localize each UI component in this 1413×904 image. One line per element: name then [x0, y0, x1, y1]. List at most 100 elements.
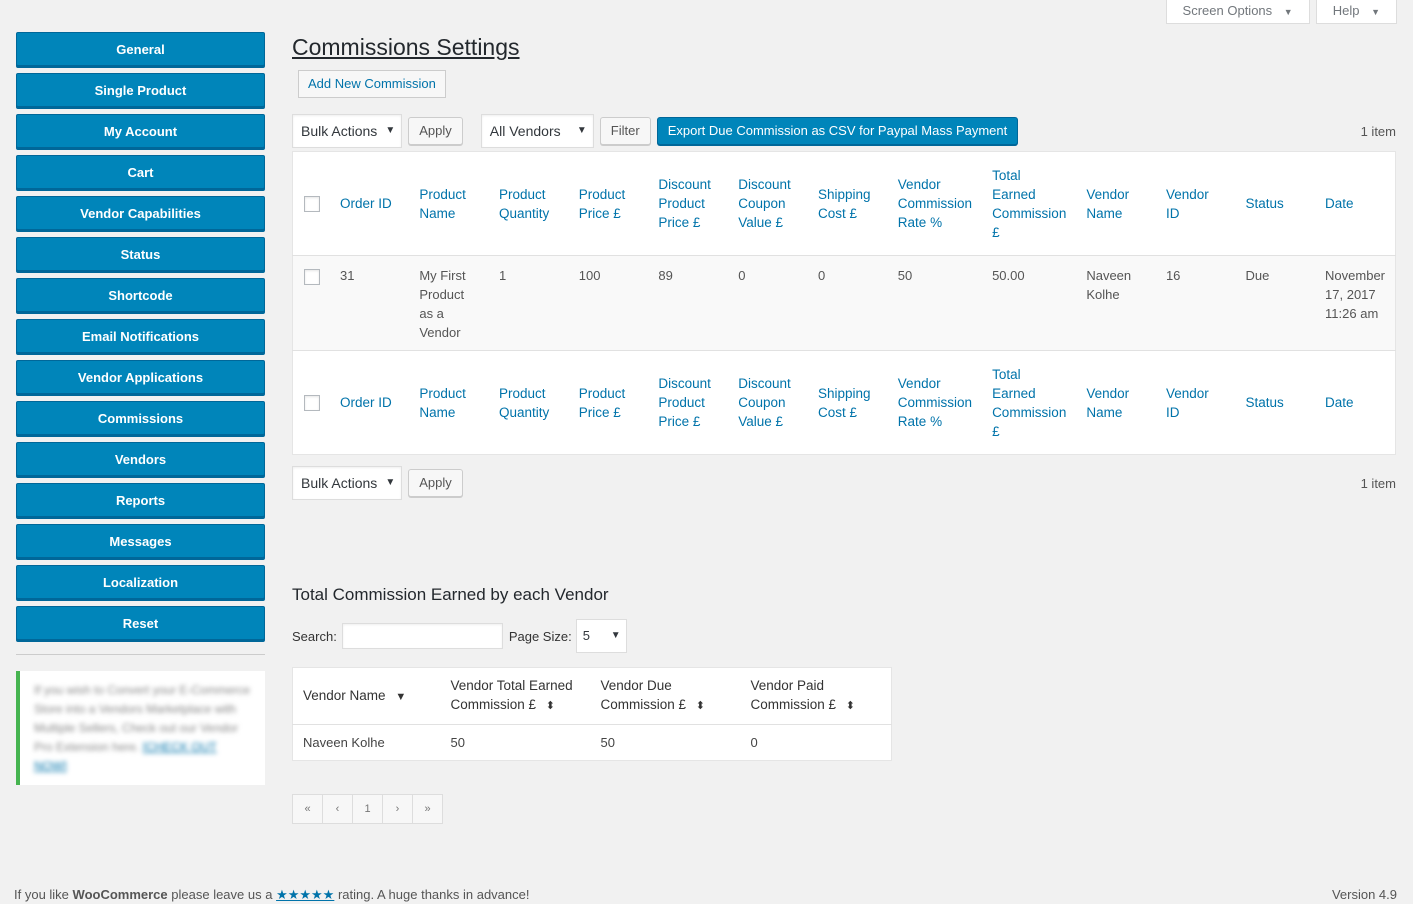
column-status-footer[interactable]: Status — [1236, 351, 1316, 455]
sidebar-item-reset[interactable]: Reset — [16, 606, 265, 642]
sidebar-item-status[interactable]: Status — [16, 237, 265, 273]
sort-icon: ⬍ — [845, 700, 856, 712]
column-date[interactable]: Date — [1315, 152, 1395, 256]
sort-icon: ⬍ — [695, 700, 706, 712]
column-product-quantity[interactable]: Product Quantity — [489, 152, 569, 256]
chevron-down-icon: ▼ — [385, 477, 396, 488]
sidebar-item-my-account[interactable]: My Account — [16, 114, 265, 150]
row-checkbox[interactable] — [304, 268, 320, 285]
column-order-id-footer[interactable]: Order ID — [330, 351, 409, 455]
column-status[interactable]: Status — [1236, 152, 1316, 256]
sidebar-item-general[interactable]: General — [16, 32, 265, 68]
cell-discount-coupon-value: 0 — [738, 268, 746, 283]
search-label: Search: — [292, 628, 337, 644]
sidebar-item-commissions[interactable]: Commissions — [16, 401, 265, 437]
chevron-down-icon: ▼ — [576, 125, 587, 136]
column-vendor-name-sort[interactable]: Vendor Name ▼ — [293, 668, 441, 725]
settings-sidebar: General Single Product My Account Cart V… — [16, 32, 265, 785]
export-csv-button[interactable]: Export Due Commission as CSV for Paypal … — [656, 117, 1019, 145]
row-select-cell — [293, 256, 331, 351]
column-total-earned-footer[interactable]: Total Earned Commission £ — [982, 351, 1076, 455]
chevron-down-icon: ▼ — [385, 125, 396, 136]
column-product-name-footer[interactable]: Product Name — [409, 351, 489, 455]
sidebar-item-vendors[interactable]: Vendors — [16, 442, 265, 478]
column-commission-rate[interactable]: Vendor Commission Rate % — [888, 152, 982, 256]
vendor-search-input[interactable] — [341, 623, 503, 649]
page-size-value: 5 — [582, 628, 590, 643]
bulk-actions-select[interactable]: Bulk Actions ▼ — [292, 114, 403, 148]
column-shipping-cost[interactable]: Shipping Cost £ — [808, 152, 888, 256]
filter-button[interactable]: Filter — [599, 117, 651, 145]
column-product-quantity-footer[interactable]: Product Quantity — [489, 351, 569, 455]
sidebar-item-localization[interactable]: Localization — [16, 565, 265, 601]
table-row: Naveen Kolhe 50 50 0 — [293, 725, 892, 761]
cell-status: Due — [1245, 268, 1270, 283]
column-shipping-cost-footer[interactable]: Shipping Cost £ — [808, 351, 888, 455]
cell-vendor-name: Naveen Kolhe — [303, 735, 385, 750]
pager-first-button[interactable]: « — [292, 794, 323, 824]
vendor-filter-value: All Vendors — [489, 123, 561, 139]
pager-page-1[interactable]: 1 — [352, 794, 383, 824]
help-button[interactable]: Help ▼ — [1315, 0, 1397, 24]
column-commission-rate-footer[interactable]: Vendor Commission Rate % — [888, 351, 982, 455]
column-vendor-name-footer[interactable]: Vendor Name — [1076, 351, 1156, 455]
footer-version: Version 4.9 — [1331, 887, 1397, 902]
cell-shipping-cost: 0 — [818, 268, 826, 283]
column-vendor-id[interactable]: Vendor ID — [1156, 152, 1236, 256]
footer-brand: WooCommerce — [72, 887, 168, 902]
promo-notice: If you wish to Convert your E-Commerce S… — [16, 671, 265, 785]
column-vendor-total-sort[interactable]: Vendor Total Earned Commission £ ⬍ — [441, 668, 591, 725]
column-date-footer[interactable]: Date — [1315, 351, 1395, 455]
column-order-id[interactable]: Order ID — [330, 152, 409, 256]
page-size-select[interactable]: 5 ▼ — [575, 619, 627, 653]
cell-product-name: My First Product as a Vendor — [419, 268, 466, 340]
table-header-row: Order ID Product Name Product Quantity P… — [292, 152, 1396, 256]
sidebar-item-vendor-applications[interactable]: Vendor Applications — [16, 360, 265, 396]
cell-order-id: 31 — [340, 268, 355, 283]
rating-stars-link[interactable]: ★★★★★ — [276, 887, 334, 902]
bulk-actions-select-bottom[interactable]: Bulk Actions ▼ — [292, 466, 403, 500]
bulk-actions-value: Bulk Actions — [301, 123, 378, 139]
pager-next-button[interactable]: › — [382, 794, 413, 824]
help-label: Help — [1332, 3, 1360, 18]
footer-text-after: rating. A huge thanks in advance! — [334, 887, 530, 902]
sidebar-item-shortcode[interactable]: Shortcode — [16, 278, 265, 314]
vendor-table-header-row: Vendor Name ▼ Vendor Total Earned Commis… — [292, 668, 892, 725]
column-vendor-name[interactable]: Vendor Name — [1076, 152, 1156, 256]
sidebar-item-email-notifications[interactable]: Email Notifications — [16, 319, 265, 355]
vendor-totals-title: Total Commission Earned by each Vendor — [292, 585, 609, 604]
caret-down-icon: ▼ — [1283, 7, 1293, 17]
select-all-checkbox-footer[interactable] — [304, 395, 320, 412]
column-discount-coupon-value-footer[interactable]: Discount Coupon Value £ — [728, 351, 808, 455]
column-vendor-paid-sort[interactable]: Vendor Paid Commission £ ⬍ — [741, 668, 892, 725]
column-product-price[interactable]: Product Price £ — [569, 152, 649, 256]
column-product-price-footer[interactable]: Product Price £ — [569, 351, 649, 455]
sidebar-item-reports[interactable]: Reports — [16, 483, 265, 519]
sidebar-item-cart[interactable]: Cart — [16, 155, 265, 191]
commissions-table: Order ID Product Name Product Quantity P… — [292, 151, 1396, 455]
select-all-checkbox[interactable] — [304, 196, 320, 213]
apply-button[interactable]: Apply — [408, 117, 463, 145]
bulk-actions-value-bottom: Bulk Actions — [301, 475, 378, 491]
pagination: « ‹ 1 › » — [292, 794, 1396, 824]
page-size-label: Page Size: — [508, 628, 572, 644]
column-vendor-due-sort[interactable]: Vendor Due Commission £ ⬍ — [591, 668, 741, 725]
add-new-commission-button[interactable]: Add New Commission — [298, 70, 446, 98]
column-product-name[interactable]: Product Name — [409, 152, 489, 256]
cell-vendor-due: 50 — [600, 735, 615, 750]
column-discount-product-price-footer[interactable]: Discount Product Price £ — [648, 351, 728, 455]
column-discount-product-price[interactable]: Discount Product Price £ — [648, 152, 728, 256]
pager-last-button[interactable]: » — [412, 794, 443, 824]
sidebar-item-messages[interactable]: Messages — [16, 524, 265, 560]
cell-product-quantity: 1 — [499, 268, 507, 283]
vendor-filter-select[interactable]: All Vendors ▼ — [480, 114, 594, 148]
column-discount-coupon-value[interactable]: Discount Coupon Value £ — [728, 152, 808, 256]
cell-vendor-paid: 0 — [750, 735, 758, 750]
column-total-earned[interactable]: Total Earned Commission £ — [982, 152, 1076, 256]
pager-prev-button[interactable]: ‹ — [322, 794, 353, 824]
sidebar-item-vendor-capabilities[interactable]: Vendor Capabilities — [16, 196, 265, 232]
column-vendor-id-footer[interactable]: Vendor ID — [1156, 351, 1236, 455]
screen-options-button[interactable]: Screen Options ▼ — [1165, 0, 1310, 24]
sidebar-item-single-product[interactable]: Single Product — [16, 73, 265, 109]
apply-button-bottom[interactable]: Apply — [408, 469, 463, 497]
